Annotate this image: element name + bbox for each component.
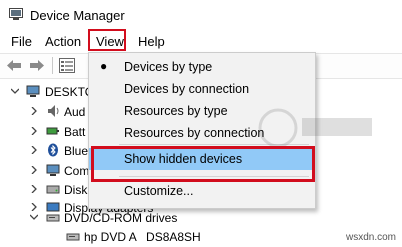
checked-bullet-icon: ●	[100, 59, 108, 73]
back-arrow-icon[interactable]	[6, 59, 22, 72]
menu-file[interactable]: File	[11, 34, 32, 49]
menu-item-devices-by-type[interactable]: ● Devices by type	[89, 56, 315, 78]
menu-item-label: Resources by connection	[124, 126, 265, 140]
dvd-drive-icon	[66, 233, 80, 241]
toolbar-separator	[52, 57, 53, 74]
forward-arrow-icon[interactable]	[29, 59, 45, 72]
tree-item-label: Com	[64, 164, 90, 178]
chevron-right-icon[interactable]	[30, 166, 38, 174]
computer-icon	[46, 164, 60, 176]
tree-item-dvd-drives[interactable]: DVD/CD-ROM drives	[0, 208, 402, 228]
window-title: Device Manager	[30, 8, 125, 23]
show-hidden-annotation-box	[91, 146, 315, 182]
device-manager-icon	[9, 8, 23, 20]
computer-icon	[26, 85, 40, 97]
menu-item-label: Resources by type	[124, 104, 228, 118]
view-annotation-box	[88, 29, 126, 51]
tree-item-hp-dvd[interactable]: hp DVD A DS8A8SH	[0, 227, 402, 247]
tree-item-label: Aud	[64, 105, 86, 119]
menu-item-devices-by-connection[interactable]: Devices by connection	[89, 78, 315, 100]
menu-item-label: Devices by connection	[124, 82, 250, 96]
tree-item-label: hp DVD A DS8A8SH	[84, 230, 201, 244]
chevron-right-icon[interactable]	[30, 127, 38, 135]
audio-icon	[48, 105, 59, 117]
tree-item-label: Batt	[64, 125, 86, 139]
battery-icon	[46, 127, 59, 135]
chevron-down-icon[interactable]	[11, 87, 19, 95]
bluetooth-icon	[48, 143, 58, 157]
dvd-drive-icon	[46, 214, 60, 222]
menu-item-label: Devices by type	[124, 60, 213, 74]
watermark-text: wsxdn.com	[345, 232, 396, 243]
chevron-right-icon[interactable]	[30, 107, 38, 115]
menu-help[interactable]: Help	[138, 34, 165, 49]
tree-item-label: Disk	[64, 183, 88, 197]
menu-item-customize[interactable]: Customize...	[89, 180, 315, 202]
chevron-down-icon[interactable]	[30, 213, 38, 221]
tree-root-label: DESKTO	[45, 85, 95, 99]
menu-action[interactable]: Action	[45, 34, 81, 49]
chevron-right-icon[interactable]	[30, 185, 38, 193]
chevron-right-icon[interactable]	[30, 146, 38, 154]
disk-drive-icon	[46, 185, 60, 194]
properties-icon[interactable]	[59, 58, 75, 73]
menu-item-label: Customize...	[124, 184, 194, 198]
tree-item-label: DVD/CD-ROM drives	[64, 211, 178, 225]
tree-item-label: Blue	[64, 144, 89, 158]
